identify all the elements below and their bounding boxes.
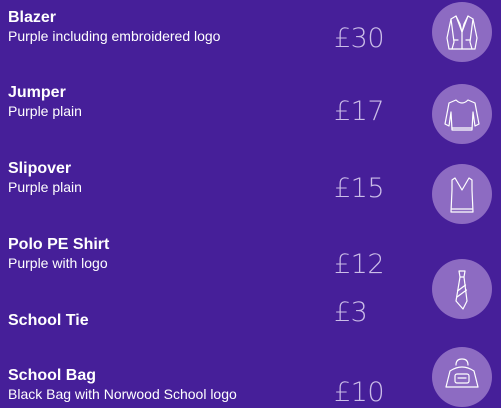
bag-icon	[432, 347, 492, 407]
item-school-tie: School Tie	[8, 311, 328, 330]
price-school-bag: £10	[334, 377, 385, 408]
slipover-icon	[432, 164, 492, 224]
item-polo-pe-shirt: Polo PE Shirt Purple with logo	[8, 235, 328, 272]
item-description: Purple plain	[8, 103, 82, 119]
item-name: School Tie	[8, 312, 89, 329]
price-jumper: £17	[334, 96, 385, 127]
item-school-bag: School Bag Black Bag with Norwood School…	[8, 366, 328, 403]
price-slipover: £15	[334, 173, 385, 204]
item-description: Purple plain	[8, 179, 82, 195]
price-polo-pe-shirt: £12	[334, 249, 385, 280]
item-name: Polo PE Shirt	[8, 236, 110, 253]
price-blazer: £30	[334, 23, 385, 54]
item-description: Purple including embroidered logo	[8, 28, 221, 44]
item-blazer: Blazer Purple including embroidered logo	[8, 8, 328, 45]
price-school-tie: £3	[334, 297, 368, 328]
jumper-icon	[432, 84, 492, 144]
item-name: Jumper	[8, 84, 66, 101]
item-name: Blazer	[8, 9, 57, 26]
item-name: Slipover	[8, 160, 72, 177]
item-description: Purple with logo	[8, 255, 108, 271]
item-jumper: Jumper Purple plain	[8, 83, 328, 120]
item-name: School Bag	[8, 367, 97, 384]
item-description: Black Bag with Norwood School logo	[8, 386, 237, 402]
blazer-icon	[432, 2, 492, 62]
item-slipover: Slipover Purple plain	[8, 159, 328, 196]
tie-icon	[432, 259, 492, 319]
